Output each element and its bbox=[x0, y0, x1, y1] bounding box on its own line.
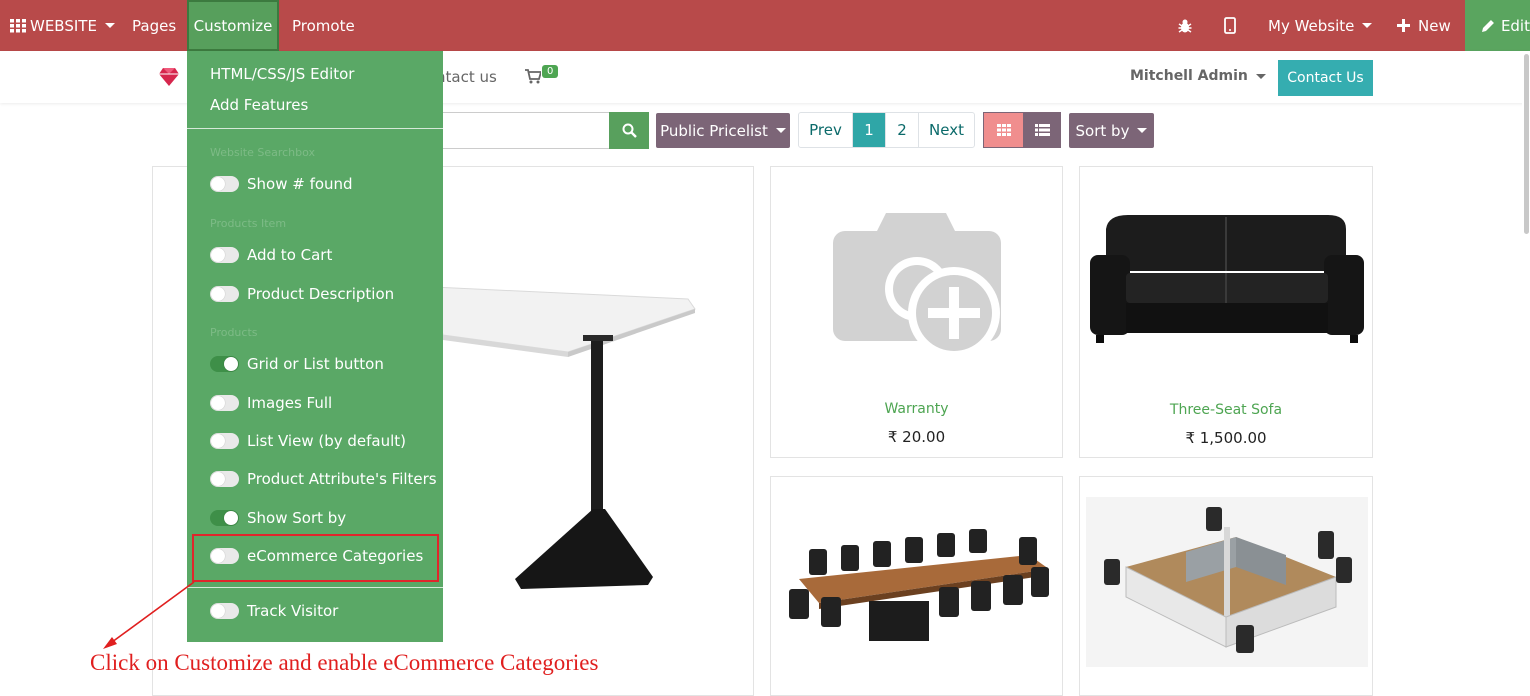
annotation-text: Click on Customize and enable eCommerce … bbox=[90, 650, 599, 675]
annotation-arrow bbox=[103, 581, 195, 649]
